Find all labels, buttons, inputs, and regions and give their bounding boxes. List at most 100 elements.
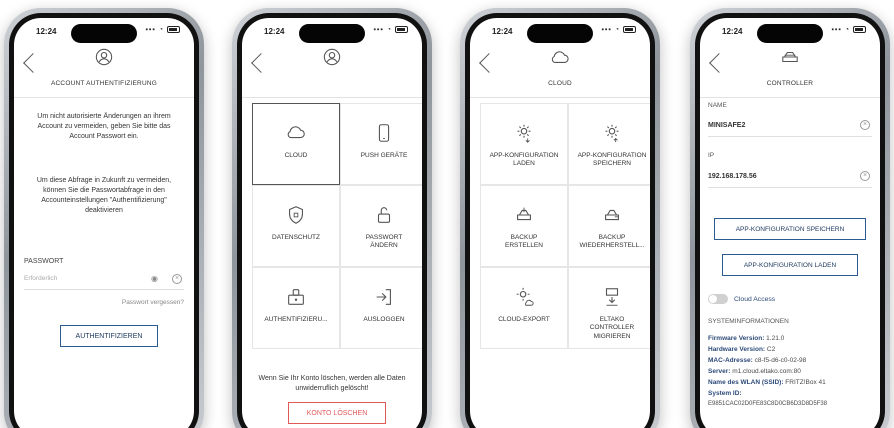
user-icon (323, 48, 341, 66)
tile-label: BACKUP ERSTELLEN (505, 233, 543, 250)
cloud-export-icon (516, 287, 534, 306)
page-title: CONTROLLER (766, 80, 814, 87)
name-label: NAME (708, 102, 727, 109)
sysinfo-key: Firmware Version: (708, 335, 765, 342)
password-placeholder: Erforderlich (24, 275, 58, 282)
tile-label: PUSH GERÄTE (360, 151, 408, 159)
sysinfo-row: Server: m1.cloud.eltako.com:80 (708, 366, 874, 377)
header (242, 18, 422, 98)
phone-bezel: 12:24 ▪▪▪ ◔ CONTROLLER NAME MINISAFE2 × … (695, 13, 885, 428)
sysinfo-key: Hardware Version: (708, 346, 766, 353)
tile-logout[interactable]: AUSLOGGEN (340, 267, 422, 349)
clear-icon[interactable]: × (172, 274, 182, 284)
tile-load-config[interactable]: APP-KONFIGURATION LADEN (480, 103, 568, 185)
header: ACCOUNT AUTHENTIFIZIERUNG (14, 18, 194, 98)
sysinfo-row: MAC-Adresse: c8-f5-d6-c0-02-98 (708, 355, 874, 366)
backup-create-icon (517, 207, 531, 221)
tile-authentication[interactable]: AUTHENTIFIZIERU... (252, 267, 340, 349)
tile-label: CLOUD (284, 151, 308, 159)
sysinfo-value: m1.cloud.eltako.com:80 (732, 368, 801, 375)
sysinfo-key: Name des WLAN (SSID): (708, 379, 784, 386)
ip-value[interactable]: 192.168.178.56 (708, 173, 757, 180)
load-config-button[interactable]: APP-KONFIGURATION LADEN (722, 254, 858, 276)
sysinfo-row: E9851CAC02D0FE83C8D0CB6D3D8D5F38 (708, 399, 874, 410)
user-icon (95, 48, 113, 66)
cloud-icon (551, 51, 569, 63)
logout-icon (376, 289, 391, 305)
clear-name-icon[interactable]: × (860, 120, 870, 130)
sysinfo-row: Name des WLAN (SSID): FRITZ!Box 41 (708, 377, 874, 388)
tile-change-password[interactable]: PASSWORT ÄNDERN (340, 185, 422, 267)
phone-bezel: 12:24 ▪▪▪ ◔ CLOUD APP-KONFIGURATION LADE… (465, 13, 655, 428)
tile-migrate-controller[interactable]: ELTAKO CONTROLLER MIGRIEREN (568, 267, 650, 349)
sysinfo-value: c8-f5-d6-c0-02-98 (754, 357, 807, 364)
page-title: CLOUD (548, 80, 572, 87)
sysinfo-value: FRITZ!Box 41 (785, 379, 826, 386)
sysinfo-list: Firmware Version: 1.21.0 Hardware Versio… (708, 333, 874, 410)
tile-restore-backup[interactable]: BACKUP WIEDERHERSTELL... (568, 185, 650, 267)
tile-label: PASSWORT ÄNDERN (365, 233, 403, 250)
sysinfo-value: C2 (766, 346, 776, 353)
password-label: PASSWORT (24, 258, 64, 265)
backup-restore-icon (605, 209, 619, 221)
tile-cloud[interactable]: CLOUD (252, 103, 340, 185)
ip-label: IP (708, 152, 715, 159)
tile-label: APP-KONFIGURATION LADEN (489, 151, 559, 168)
tile-create-backup[interactable]: BACKUP ERSTELLEN (480, 185, 568, 267)
eye-icon[interactable]: ◉ (151, 274, 158, 283)
cloud-access-toggle[interactable] (708, 294, 728, 304)
forgot-password-link[interactable]: Passwort vergessen? (122, 299, 184, 306)
delete-account-info: Wenn Sie Ihr Konto löschen, werden alle … (258, 375, 406, 392)
phone-icon (378, 124, 390, 142)
tile-label: BACKUP WIEDERHERSTELL... (579, 233, 645, 250)
tile-label: DATENSCHUTZ (272, 233, 320, 241)
screen-cloud: 12:24 ▪▪▪ ◔ CLOUD APP-KONFIGURATION LADE… (470, 18, 650, 428)
phone-controller: 12:24 ▪▪▪ ◔ CONTROLLER NAME MINISAFE2 × … (690, 8, 890, 428)
page-title: ACCOUNT AUTHENTIFIZIERUNG (51, 80, 157, 87)
divider (708, 136, 872, 137)
authenticate-button[interactable]: AUTHENTIFIZIEREN (60, 325, 158, 347)
tile-label: APP-KONFIGURATION SPEICHERN (577, 151, 647, 168)
save-config-button[interactable]: APP-KONFIGURATION SPEICHERN (714, 218, 866, 240)
tile-privacy[interactable]: DATENSCHUTZ (252, 185, 340, 267)
sysinfo-key: MAC-Adresse: (708, 357, 753, 364)
tile-save-config[interactable]: APP-KONFIGURATION SPEICHERN (568, 103, 650, 185)
auth-info-text: Um nicht autorisierte Änderungen an ihre… (37, 113, 171, 140)
back-chevron-icon[interactable] (709, 53, 729, 73)
gear-upload-icon (605, 124, 619, 143)
gear-download-icon (517, 124, 531, 143)
sysinfo-value: E9851CAC02D0FE83C8D0CB6D3D8D5F38 (708, 401, 828, 407)
screen-account-auth: 12:24 ▪▪▪ ◔ ACCOUNT AUTHENTIFIZIERUNG Um… (14, 18, 194, 428)
tile-push-devices[interactable]: PUSH GERÄTE (340, 103, 422, 185)
device-lock-icon (288, 289, 304, 305)
divider (708, 187, 872, 188)
sysinfo-row: Hardware Version: C2 (708, 344, 874, 355)
lock-icon (377, 207, 391, 223)
phone-bezel: 12:24 ▪▪▪ ◔ CLOUD PUSH GERÄTE DATENSCHUT… (237, 13, 427, 428)
sysinfo-key: System ID: (708, 390, 742, 397)
tile-cloud-export[interactable]: CLOUD-EXPORT (480, 267, 568, 349)
cloud-access-label: Cloud Access (734, 296, 776, 303)
delete-account-button[interactable]: KONTO LÖSCHEN (288, 402, 386, 424)
header: CLOUD (470, 18, 650, 98)
stage: 12:24 ▪▪▪ ◔ ACCOUNT AUTHENTIFIZIERUNG Um… (0, 0, 894, 428)
tile-label: AUTHENTIFIZIERU... (264, 315, 328, 323)
back-chevron-icon[interactable] (251, 53, 271, 73)
back-chevron-icon[interactable] (479, 53, 499, 73)
password-field[interactable]: Erforderlich ◉ × (24, 268, 184, 290)
phone-account-menu: 12:24 ▪▪▪ ◔ CLOUD PUSH GERÄTE DATENSCHUT… (232, 8, 432, 428)
tile-label: AUSLOGGEN (363, 315, 405, 323)
controller-migrate-icon (605, 288, 619, 306)
sysinfo-row: System ID: (708, 388, 874, 399)
back-chevron-icon[interactable] (23, 53, 43, 73)
name-value[interactable]: MINISAFE2 (708, 122, 745, 129)
controller-icon (782, 51, 798, 63)
tile-label: ELTAKO CONTROLLER MIGRIEREN (589, 315, 635, 340)
clear-ip-icon[interactable]: × (860, 171, 870, 181)
screen-controller: 12:24 ▪▪▪ ◔ CONTROLLER NAME MINISAFE2 × … (700, 18, 880, 428)
tile-label: CLOUD-EXPORT (498, 315, 550, 323)
phone-account-auth: 12:24 ▪▪▪ ◔ ACCOUNT AUTHENTIFIZIERUNG Um… (4, 8, 204, 428)
cloud-icon (287, 126, 305, 139)
shield-icon (289, 206, 303, 224)
sysinfo-key: Server: (708, 368, 731, 375)
